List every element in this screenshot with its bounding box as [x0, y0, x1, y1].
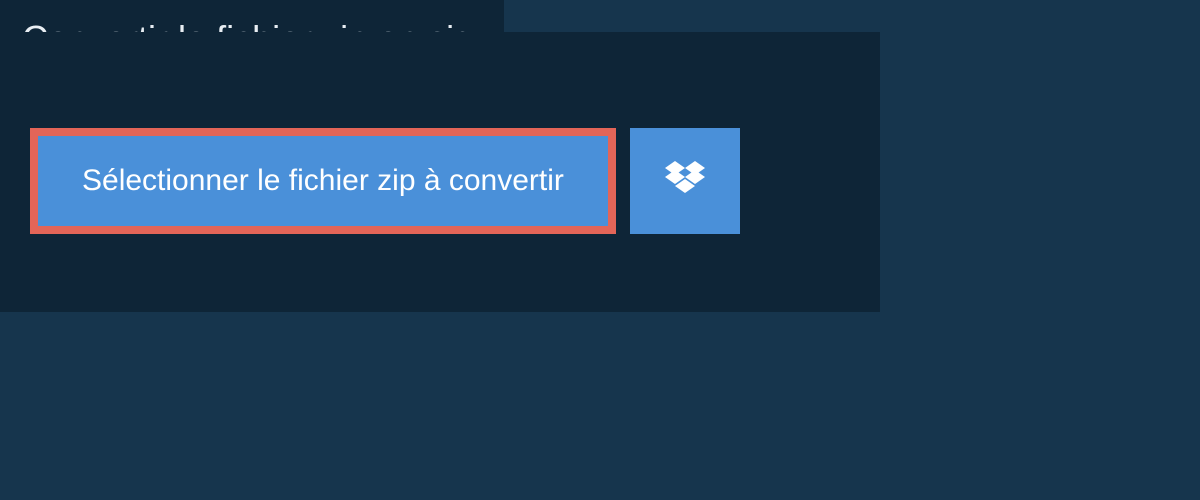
- action-row: Sélectionner le fichier zip à convertir: [30, 128, 740, 234]
- select-file-label: Sélectionner le fichier zip à convertir: [82, 164, 564, 198]
- select-file-button[interactable]: Sélectionner le fichier zip à convertir: [38, 136, 608, 226]
- converter-panel: Sélectionner le fichier zip à convertir: [0, 32, 880, 312]
- dropbox-icon: [665, 161, 705, 202]
- select-file-highlight: Sélectionner le fichier zip à convertir: [30, 128, 616, 234]
- dropbox-button[interactable]: [630, 128, 740, 234]
